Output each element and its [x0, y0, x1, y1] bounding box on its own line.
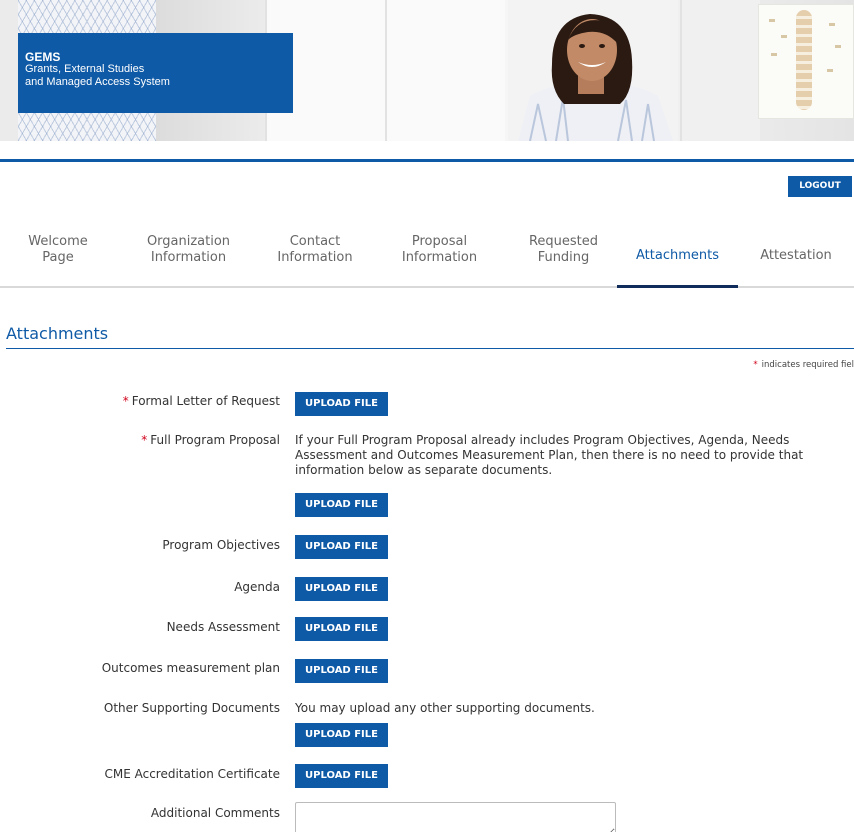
spine-illustration [796, 10, 812, 110]
agenda-label: Agenda [234, 580, 280, 594]
required-fields-note: * indicates required fiel [753, 360, 854, 370]
additional-comments-field[interactable] [295, 802, 616, 832]
header-banner: GEMS Grants, External Studies and Manage… [0, 0, 854, 141]
upload-full-program-proposal-button[interactable]: UPLOAD FILE [295, 493, 388, 517]
brand-subtitle-line1: Grants, External Studies [25, 63, 145, 75]
upload-agenda-button[interactable]: UPLOAD FILE [295, 577, 388, 601]
tab-welcome-page[interactable]: Welcome Page [0, 226, 116, 286]
tab-attachments[interactable]: Attachments [617, 226, 738, 288]
step-tabs: Welcome Page Organization Information Cont… [0, 226, 854, 288]
brand-subtitle-line2: and Managed Access System [25, 76, 170, 88]
section-title: Attachments [6, 324, 109, 343]
tab-requested-funding[interactable]: Requested Funding [510, 226, 617, 286]
other-supporting-documents-help: You may upload any other supporting docu… [295, 701, 595, 715]
program-objectives-label: Program Objectives [162, 538, 280, 552]
brand-title: GEMS [25, 50, 61, 64]
logout-button[interactable]: LOGOUT [788, 176, 852, 197]
required-star: * [122, 394, 129, 408]
upload-outcomes-measurement-plan-button[interactable]: UPLOAD FILE [295, 659, 388, 683]
outcomes-measurement-plan-label: Outcomes measurement plan [101, 661, 280, 675]
tab-proposal-information[interactable]: Proposal Information [369, 226, 510, 286]
upload-cme-accreditation-certificate-button[interactable]: UPLOAD FILE [295, 764, 388, 788]
full-program-proposal-label: * Full Program Proposal [141, 433, 280, 447]
tab-attestation[interactable]: Attestation [738, 226, 854, 286]
upload-formal-letter-button[interactable]: UPLOAD FILE [295, 392, 388, 416]
needs-assessment-label: Needs Assessment [166, 620, 280, 634]
formal-letter-label: * Formal Letter of Request [122, 394, 280, 408]
required-star: * [753, 360, 758, 370]
required-star: * [141, 433, 148, 447]
section-divider [6, 348, 854, 349]
tab-contact-information[interactable]: Contact Information [261, 226, 369, 286]
upload-other-supporting-documents-button[interactable]: UPLOAD FILE [295, 723, 388, 747]
upload-needs-assessment-button[interactable]: UPLOAD FILE [295, 617, 388, 641]
full-program-proposal-help: If your Full Program Proposal already in… [295, 433, 804, 477]
brand-logo-box: GEMS Grants, External Studies and Manage… [18, 33, 293, 113]
additional-comments-label: Additional Comments [150, 806, 280, 820]
header-divider [0, 159, 854, 162]
cme-accreditation-certificate-label: CME Accreditation Certificate [104, 767, 280, 781]
tab-organization-information[interactable]: Organization Information [116, 226, 261, 286]
other-supporting-documents-label: Other Supporting Documents [103, 701, 280, 715]
upload-program-objectives-button[interactable]: UPLOAD FILE [295, 535, 388, 559]
doctor-photo [508, 0, 678, 141]
